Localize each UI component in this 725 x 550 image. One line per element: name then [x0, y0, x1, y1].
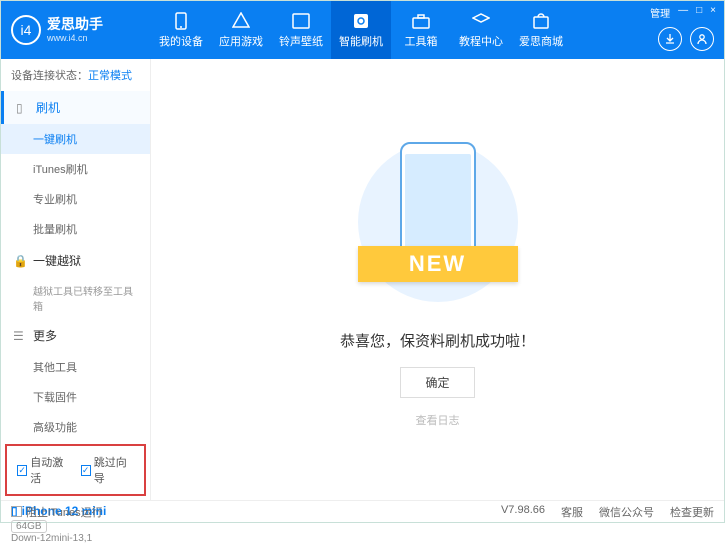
version-label: V7.98.66: [501, 504, 545, 520]
minimize-button[interactable]: —: [678, 5, 688, 20]
check-update-link[interactable]: 检查更新: [670, 504, 714, 520]
skip-guide-checkbox[interactable]: ✓跳过向导: [81, 454, 135, 486]
download-button[interactable]: [658, 27, 682, 51]
sidebar: 设备连接状态：正常模式 ▯ 刷机 一键刷机 iTunes刷机 专业刷机 批量刷机…: [1, 59, 151, 500]
lock-icon: 🔒: [13, 254, 27, 268]
nav-smart-flash[interactable]: 智能刷机: [331, 1, 391, 59]
flash-icon: [351, 11, 371, 31]
menu-icon: ☰: [13, 329, 27, 343]
nav-my-device[interactable]: 我的设备: [151, 1, 211, 59]
nav-tutorials[interactable]: 教程中心: [451, 1, 511, 59]
sidebar-section-more[interactable]: ☰ 更多: [1, 319, 150, 352]
store-icon: [531, 11, 551, 31]
app-header: i4 爱思助手 www.i4.cn 我的设备 应用游戏 铃声壁纸 智能刷机 工具…: [1, 1, 724, 59]
sidebar-item-advanced[interactable]: 高级功能: [1, 412, 150, 442]
sidebar-item-batch-flash[interactable]: 批量刷机: [1, 214, 150, 244]
nav-store[interactable]: 爱思商城: [511, 1, 571, 59]
confirm-button[interactable]: 确定: [400, 367, 474, 398]
phone-illustration: NEW: [348, 132, 528, 312]
app-logo-icon: i4: [11, 15, 41, 45]
manage-link[interactable]: 管理: [650, 5, 670, 20]
connection-status: 设备连接状态：正常模式: [1, 59, 150, 91]
checkbox-row: ✓自动激活 ✓跳过向导: [5, 444, 146, 496]
success-message: 恭喜您，保资料刷机成功啦！: [340, 330, 535, 351]
phone-small-icon: ▯: [16, 101, 30, 115]
support-link[interactable]: 客服: [561, 504, 583, 520]
block-itunes-checkbox[interactable]: [11, 506, 22, 517]
sidebar-section-flash[interactable]: ▯ 刷机: [1, 91, 150, 124]
tutorial-icon: [471, 11, 491, 31]
main-content: NEW 恭喜您，保资料刷机成功啦！ 确定 查看日志: [151, 59, 724, 500]
app-url: www.i4.cn: [47, 33, 103, 43]
phone-icon: [171, 11, 191, 31]
block-itunes-label: 阻止iTunes运行: [26, 504, 103, 520]
sidebar-item-itunes-flash[interactable]: iTunes刷机: [1, 154, 150, 184]
app-name: 爱思助手: [47, 17, 103, 32]
sidebar-item-pro-flash[interactable]: 专业刷机: [1, 184, 150, 214]
nav-toolbox[interactable]: 工具箱: [391, 1, 451, 59]
new-banner: NEW: [358, 246, 518, 282]
sidebar-item-oneclick-flash[interactable]: 一键刷机: [1, 124, 150, 154]
close-button[interactable]: ×: [710, 5, 716, 20]
wallpaper-icon: [291, 11, 311, 31]
user-button[interactable]: [690, 27, 714, 51]
jailbreak-note: 越狱工具已转移至工具箱: [1, 277, 150, 319]
toolbox-icon: [411, 11, 431, 31]
main-nav: 我的设备 应用游戏 铃声壁纸 智能刷机 工具箱 教程中心 爱思商城: [151, 1, 571, 59]
nav-ringtone-wallpaper[interactable]: 铃声壁纸: [271, 1, 331, 59]
logo-area: i4 爱思助手 www.i4.cn: [11, 15, 151, 45]
window-controls: 管理 — □ ×: [650, 5, 716, 20]
wechat-link[interactable]: 微信公众号: [599, 504, 654, 520]
device-model: Down-12mini-13,1: [11, 533, 140, 544]
maximize-button[interactable]: □: [696, 5, 702, 20]
auto-activate-checkbox[interactable]: ✓自动激活: [17, 454, 71, 486]
sidebar-item-other-tools[interactable]: 其他工具: [1, 352, 150, 382]
storage-badge: 64GB: [11, 520, 47, 533]
nav-apps-games[interactable]: 应用游戏: [211, 1, 271, 59]
view-log-link[interactable]: 查看日志: [416, 412, 460, 428]
sidebar-section-jailbreak[interactable]: 🔒 一键越狱: [1, 244, 150, 277]
sidebar-item-download-firmware[interactable]: 下载固件: [1, 382, 150, 412]
apps-icon: [231, 11, 251, 31]
